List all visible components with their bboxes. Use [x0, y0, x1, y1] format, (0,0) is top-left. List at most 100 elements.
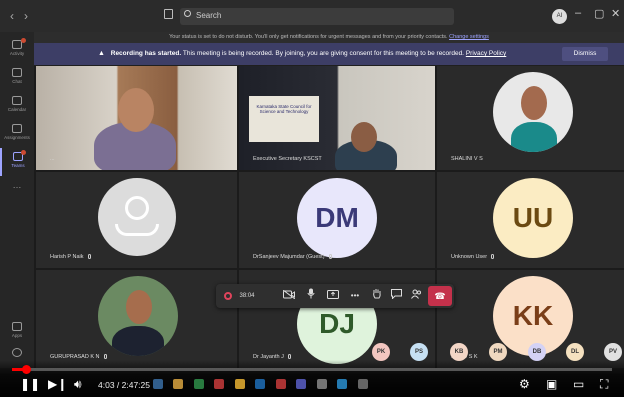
participant-name: SHALINI V S: [451, 156, 483, 162]
app-rail: Activity Chat Calendar Assignments Teams…: [0, 32, 34, 368]
forward-button[interactable]: ›: [24, 9, 28, 23]
taskbar-app-icon[interactable]: [255, 379, 266, 389]
minimize-button[interactable]: –: [575, 7, 581, 19]
status-banner: Your status is set to do not disturb. Yo…: [34, 32, 624, 43]
small-avatar[interactable]: PV: [604, 343, 622, 361]
person-head-shape: [125, 196, 149, 220]
rail-item-chat[interactable]: Chat: [0, 64, 34, 92]
rail-item-teams[interactable]: Teams: [0, 148, 34, 176]
raise-hand-button[interactable]: [366, 284, 386, 308]
rail-item-more[interactable]: …: [0, 178, 34, 206]
small-avatar[interactable]: KB: [450, 343, 468, 361]
photo-shoulders: [511, 122, 557, 152]
scrubber-handle[interactable]: [22, 365, 32, 374]
participant-grid: ... Karnataka State Council for Science …: [34, 66, 624, 368]
photo-face: [521, 86, 547, 120]
hang-up-button[interactable]: ☎: [428, 286, 452, 306]
taskbar-app-icon[interactable]: [275, 379, 286, 389]
camera-off-icon: [282, 289, 296, 300]
calendar-icon: [12, 96, 22, 105]
call-timer: 38:04: [239, 293, 255, 299]
mic-off-icon: [103, 354, 107, 359]
participants-button[interactable]: [406, 284, 426, 308]
privacy-policy-link[interactable]: Privacy Policy: [466, 50, 506, 57]
pause-icon[interactable]: ❚❚: [20, 377, 40, 391]
taskbar-app-icon[interactable]: [173, 379, 184, 389]
progress-bar[interactable]: [12, 365, 612, 374]
mic-icon: [307, 288, 315, 299]
rail-item-activity[interactable]: Activity: [0, 36, 34, 64]
maximize-button[interactable]: ▢: [594, 7, 604, 20]
share-button[interactable]: [322, 284, 344, 308]
participant-name: Executive Secretary KSCST: [253, 156, 322, 162]
taskbar-app-icon[interactable]: [316, 379, 327, 389]
rail-label: Chat: [12, 79, 22, 84]
taskbar-app-icon[interactable]: [296, 379, 307, 389]
rail-item-apps[interactable]: Apps: [0, 318, 34, 346]
participant-tile[interactable]: DM DrSanjeev Majumdar (Guest): [239, 172, 435, 268]
participant-tile[interactable]: Harish P Naik: [36, 172, 237, 268]
more-icon: …: [12, 180, 22, 190]
rail-label: Apps: [11, 333, 23, 338]
participant-tile[interactable]: SHALINI V S: [437, 66, 624, 170]
participant-name-text: DrSanjeev Majumdar (Guest): [253, 254, 325, 260]
rail-label: Calendar: [7, 107, 27, 112]
status-banner-text: Your status is set to do not disturb. Yo…: [169, 34, 448, 40]
call-controls-bar: 38:04 ••• ☎: [216, 284, 454, 308]
share-icon: [327, 290, 339, 299]
recording-indicator-icon: [224, 292, 232, 300]
volume-icon[interactable]: 🔊︎: [74, 377, 82, 392]
more-actions-button[interactable]: •••: [344, 284, 366, 308]
mic-off-icon: [287, 354, 291, 359]
video-tile[interactable]: Karnataka State Council for Science and …: [239, 66, 435, 170]
taskbar-app-icon[interactable]: [153, 379, 163, 389]
participant-face: [351, 122, 377, 152]
title-bar: ‹ › Search AI – ▢ ✕: [0, 0, 624, 32]
participant-tile[interactable]: GURUPRASAD K N: [36, 270, 237, 368]
search-input[interactable]: Search: [180, 8, 454, 25]
person-body-shape: [115, 224, 159, 236]
small-avatar[interactable]: DB: [528, 343, 546, 361]
chat-button[interactable]: [386, 284, 406, 308]
small-avatar[interactable]: PM: [489, 343, 507, 361]
taskbar-app-icon[interactable]: [357, 379, 368, 389]
compose-icon[interactable]: [164, 9, 173, 19]
taskbar-app-icon[interactable]: [193, 379, 204, 389]
taskbar-app-icon[interactable]: [337, 379, 348, 389]
participant-face: [118, 88, 154, 132]
theater-mode-icon[interactable]: ▭: [573, 377, 584, 391]
next-icon[interactable]: ▶❙: [48, 377, 67, 391]
user-avatar[interactable]: AI: [552, 9, 567, 24]
change-settings-link[interactable]: Change settings: [449, 34, 489, 40]
participants-icon: [410, 289, 421, 299]
small-avatar[interactable]: PS: [410, 343, 428, 361]
taskbar-app-icon[interactable]: [214, 379, 225, 389]
taskbar-icons: [150, 375, 470, 393]
screen-frame: ‹ › Search AI – ▢ ✕ Activity Chat Calend…: [0, 0, 624, 397]
person-icon: [98, 178, 176, 256]
participant-name: Unknown User: [451, 254, 495, 260]
close-button[interactable]: ✕: [611, 7, 620, 20]
apps-icon: [12, 322, 22, 331]
participant-tile[interactable]: UU Unknown User: [437, 172, 624, 268]
mic-button[interactable]: [300, 284, 322, 308]
camera-off-button[interactable]: [278, 284, 300, 308]
video-tile[interactable]: ...: [36, 66, 237, 170]
photo-face: [126, 290, 152, 324]
participant-photo: [493, 72, 573, 152]
small-avatar[interactable]: DL: [566, 343, 584, 361]
taskbar-app-icon[interactable]: [234, 379, 245, 389]
fullscreen-icon[interactable]: ⛶: [600, 377, 608, 392]
recording-banner-title: Recording has started.: [110, 50, 182, 57]
assignments-icon: [12, 124, 22, 133]
notification-badge: [21, 150, 26, 155]
dismiss-button[interactable]: Dismiss: [562, 47, 608, 61]
rail-item-assignments[interactable]: Assignments: [0, 120, 34, 148]
miniplayer-icon[interactable]: ▣: [546, 377, 557, 391]
small-avatar[interactable]: PK: [372, 343, 390, 361]
rail-label: Activity: [9, 51, 25, 56]
rail-item-calendar[interactable]: Calendar: [0, 92, 34, 120]
back-button[interactable]: ‹: [10, 9, 14, 23]
participant-name: DrSanjeev Majumdar (Guest): [253, 254, 332, 260]
settings-gear-icon[interactable]: ⚙: [519, 377, 530, 391]
